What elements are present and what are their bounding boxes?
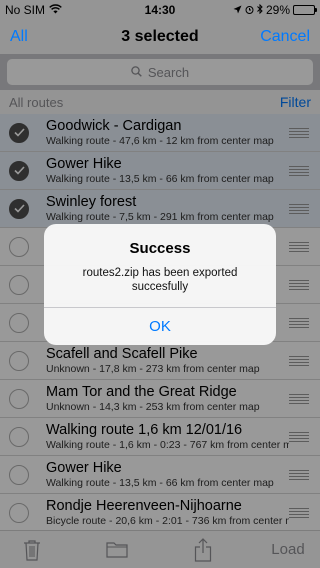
alert-message: routes2.zip has been exported succesfull… [82,267,238,293]
cancel-button[interactable]: Cancel [260,28,310,46]
ok-button[interactable]: OK [44,307,276,345]
success-alert: Success routes2.zip has been exported su… [44,224,276,345]
select-all-button[interactable]: All [10,28,28,46]
alert-title: Success [129,240,191,257]
